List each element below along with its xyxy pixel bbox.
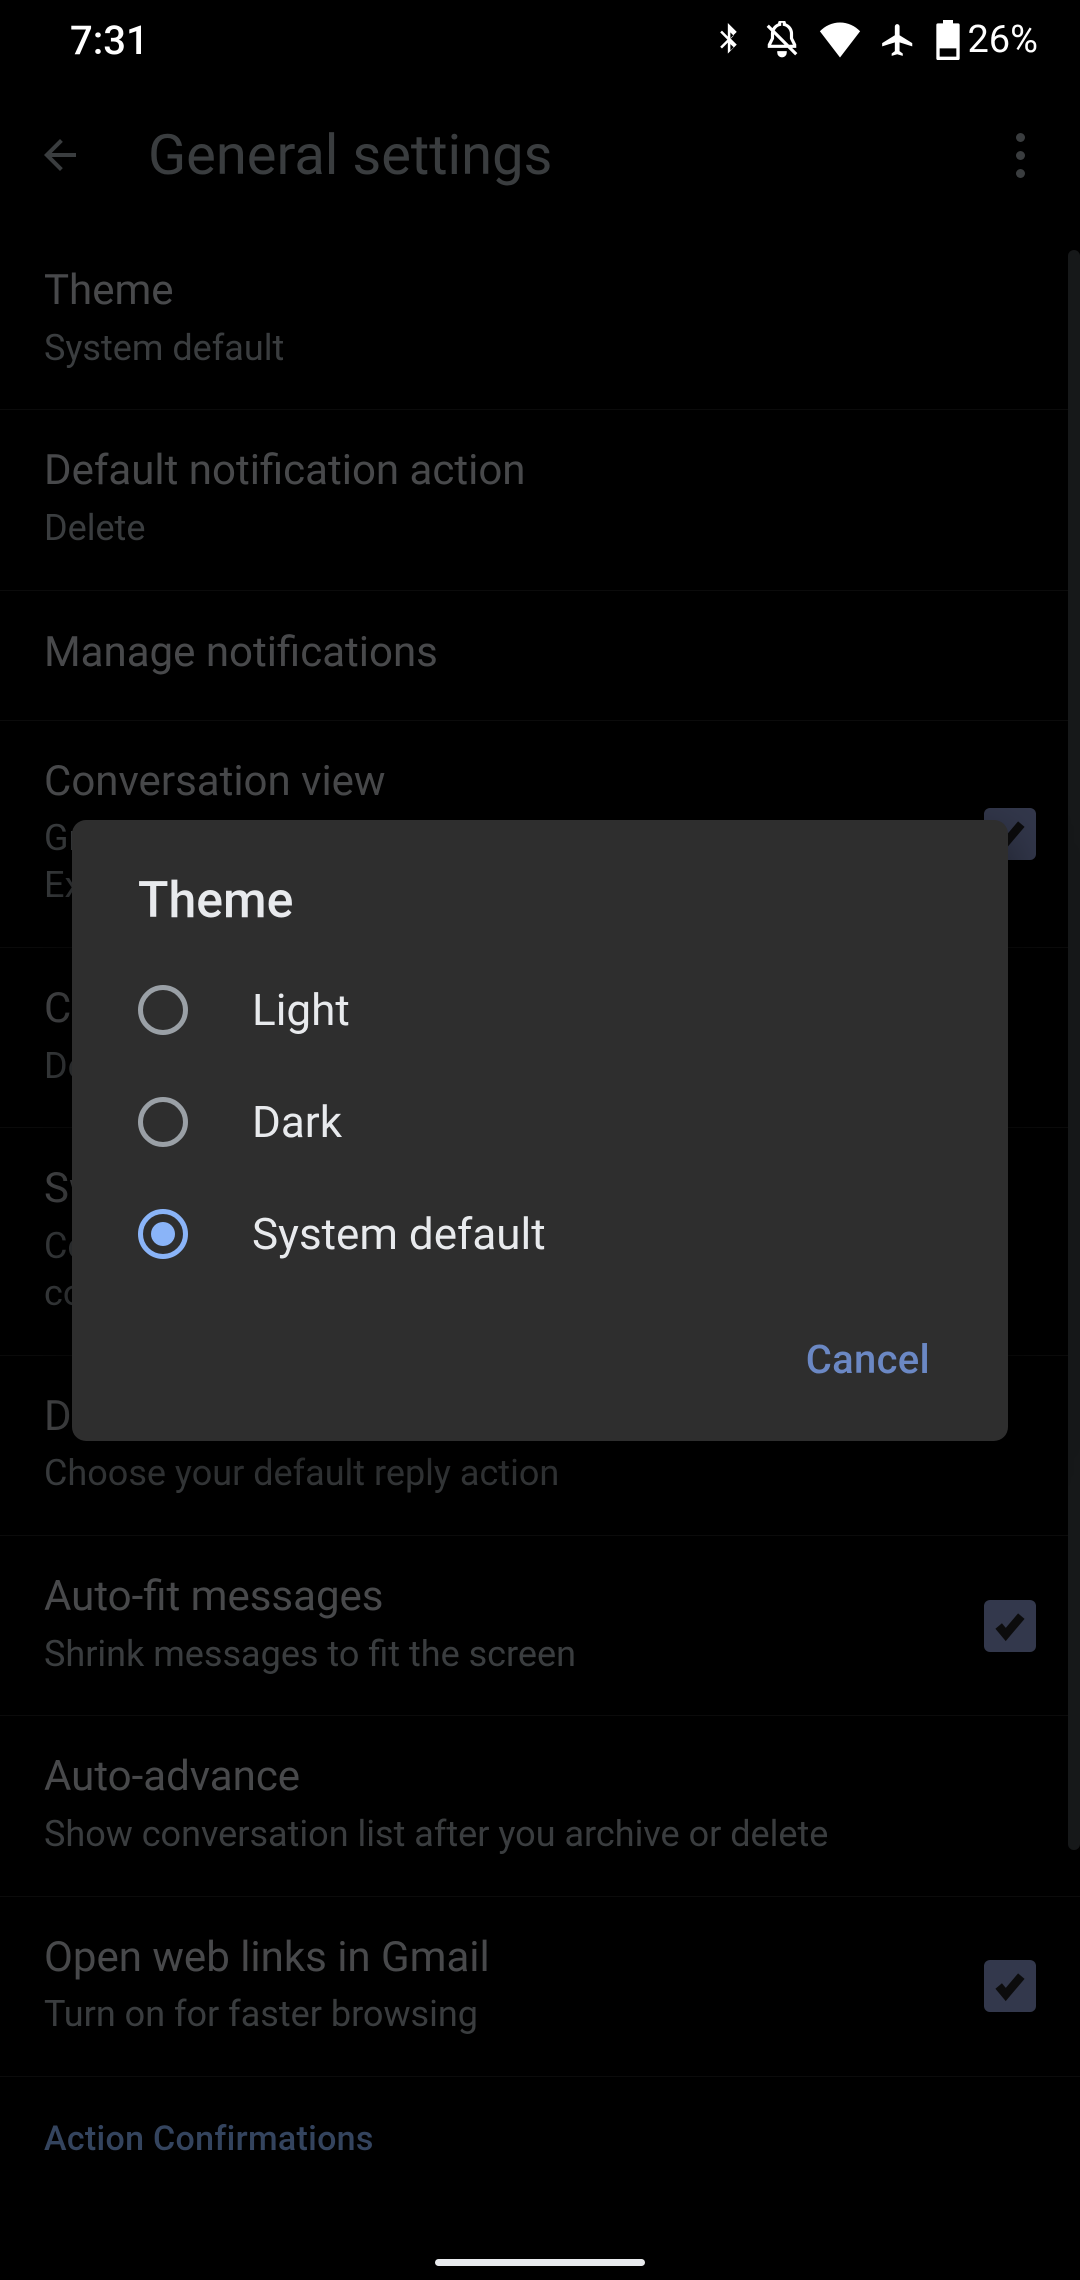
option-label: Dark xyxy=(252,1096,342,1148)
battery-icon xyxy=(935,20,961,60)
theme-dialog: Theme Light Dark System default Cancel xyxy=(72,820,1008,1441)
battery-status: 26% xyxy=(935,18,1038,62)
option-label: System default xyxy=(252,1208,546,1260)
theme-option-system-default[interactable]: System default xyxy=(72,1178,1008,1290)
dialog-title: Theme xyxy=(72,872,1008,954)
cancel-button[interactable]: Cancel xyxy=(786,1322,950,1397)
theme-option-light[interactable]: Light xyxy=(72,954,1008,1066)
radio-unchecked-icon xyxy=(138,1097,188,1147)
home-indicator[interactable] xyxy=(435,2259,645,2266)
status-time: 7:31 xyxy=(70,17,149,64)
dialog-actions: Cancel xyxy=(72,1290,1008,1413)
status-icons: 26% xyxy=(711,18,1038,62)
wifi-icon xyxy=(819,22,861,58)
notifications-off-icon xyxy=(763,21,801,59)
theme-option-dark[interactable]: Dark xyxy=(72,1066,1008,1178)
airplane-mode-icon xyxy=(879,21,917,59)
battery-percent: 26% xyxy=(967,18,1038,62)
bluetooth-icon xyxy=(711,21,745,59)
status-bar: 7:31 26% xyxy=(0,0,1080,80)
option-label: Light xyxy=(252,984,350,1036)
radio-checked-icon xyxy=(138,1209,188,1259)
radio-unchecked-icon xyxy=(138,985,188,1035)
